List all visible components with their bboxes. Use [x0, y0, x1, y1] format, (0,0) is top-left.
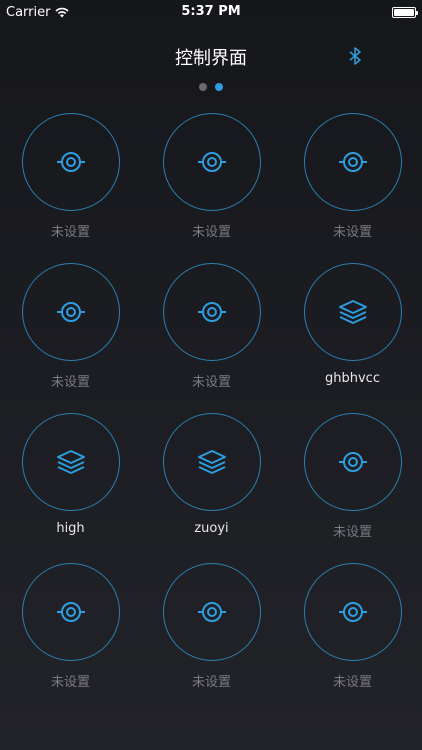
status-bar: Carrier: [0, 0, 422, 24]
target-icon: [197, 602, 226, 622]
page-dot[interactable]: [199, 83, 207, 91]
control-button[interactable]: 未设置: [282, 113, 422, 263]
control-button[interactable]: zuoyi: [141, 413, 282, 563]
target-icon: [56, 302, 85, 322]
carrier-label: Carrier: [6, 4, 51, 20]
control-button-label: ghbhvcc: [325, 371, 380, 386]
control-button[interactable]: 未设置: [141, 263, 282, 413]
control-button-ring[interactable]: [303, 413, 402, 511]
control-button-ring[interactable]: [162, 563, 261, 661]
layers-icon: [197, 450, 226, 474]
layers-icon: [338, 300, 367, 324]
layers-icon: [56, 450, 85, 474]
control-button[interactable]: 未设置: [282, 563, 422, 713]
target-icon: [197, 302, 226, 322]
control-button[interactable]: 未设置: [0, 113, 141, 263]
page-indicator[interactable]: [0, 83, 422, 91]
control-button[interactable]: high: [0, 413, 141, 563]
control-button-ring[interactable]: [162, 413, 261, 511]
control-button-label: 未设置: [332, 675, 372, 690]
control-button[interactable]: 未设置: [282, 413, 422, 563]
target-icon: [197, 152, 226, 172]
control-button[interactable]: 未设置: [141, 563, 282, 713]
wifi-icon: [55, 7, 70, 17]
target-icon: [338, 602, 367, 622]
control-button[interactable]: 未设置: [0, 263, 141, 413]
control-button[interactable]: 未设置: [0, 563, 141, 713]
control-button-ring[interactable]: [162, 263, 261, 361]
control-button-ring[interactable]: [162, 113, 261, 211]
control-button[interactable]: ghbhvcc: [282, 263, 422, 413]
bluetooth-icon[interactable]: [344, 45, 366, 67]
control-button-ring[interactable]: [21, 113, 120, 211]
control-button-ring[interactable]: [303, 263, 402, 361]
target-icon: [56, 602, 85, 622]
control-button-label: 未设置: [50, 675, 90, 690]
control-button-label: 未设置: [50, 375, 90, 390]
control-button-ring[interactable]: [21, 263, 120, 361]
control-button-label: high: [56, 521, 85, 536]
control-button-label: 未设置: [191, 225, 231, 240]
control-button[interactable]: 未设置: [141, 113, 282, 263]
control-button-ring[interactable]: [21, 413, 120, 511]
status-left: Carrier: [6, 4, 70, 20]
control-button-ring[interactable]: [21, 563, 120, 661]
target-icon: [338, 452, 367, 472]
battery-icon: [392, 6, 418, 18]
control-button-label: 未设置: [50, 225, 90, 240]
control-button-ring[interactable]: [303, 113, 402, 211]
page-dot[interactable]: [215, 83, 223, 91]
target-icon: [56, 152, 85, 172]
control-button-label: 未设置: [191, 375, 231, 390]
control-button-label: 未设置: [191, 675, 231, 690]
button-grid: 未设置 未设置 未设置 未设置 未设置 ghbhvcc high zuoyi 未…: [0, 113, 422, 713]
control-button-label: 未设置: [332, 525, 372, 540]
control-button-label: 未设置: [332, 225, 372, 240]
target-icon: [338, 152, 367, 172]
control-button-ring[interactable]: [303, 563, 402, 661]
control-button-label: zuoyi: [194, 521, 229, 536]
battery-fill: [394, 8, 414, 16]
